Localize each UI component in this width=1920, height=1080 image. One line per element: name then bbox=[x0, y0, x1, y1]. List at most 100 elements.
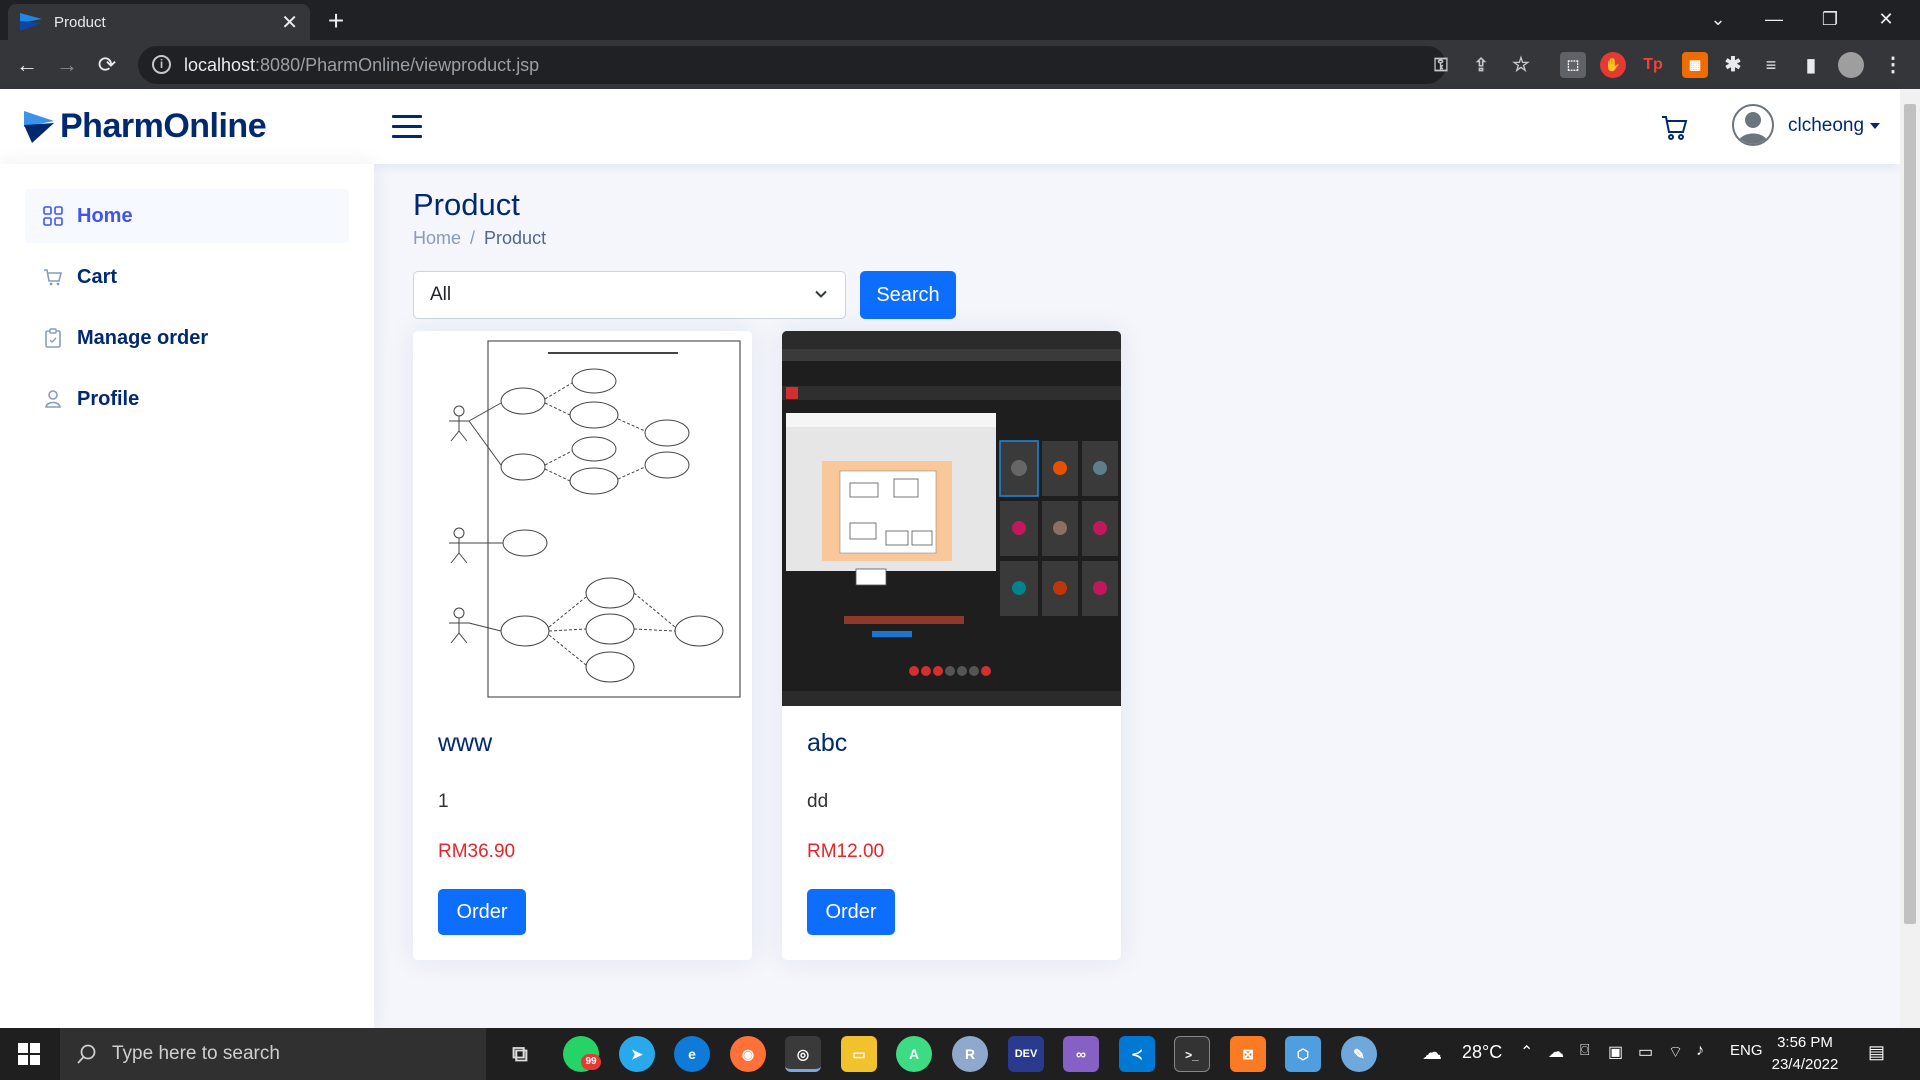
search-button[interactable]: Search bbox=[860, 271, 956, 319]
address-bar[interactable]: i localhost:8080/PharmOnline/viewproduct… bbox=[138, 46, 1446, 84]
tab-title: Product bbox=[54, 13, 106, 31]
edge-icon[interactable]: e bbox=[674, 1036, 710, 1072]
file-explorer-icon[interactable]: ▭ bbox=[841, 1036, 877, 1072]
xampp-icon[interactable]: ⊠ bbox=[1230, 1036, 1266, 1072]
product-image[interactable] bbox=[782, 331, 1121, 706]
pharmonline-favicon-icon bbox=[20, 13, 42, 31]
sidebar-item-home[interactable]: Home bbox=[25, 189, 349, 243]
off-extension-icon[interactable]: ▦ bbox=[1682, 52, 1708, 78]
sidebar-item-cart[interactable]: Cart bbox=[25, 250, 349, 304]
search-icon bbox=[77, 1044, 96, 1064]
reload-icon[interactable]: ⟳ bbox=[90, 48, 124, 82]
weather-icon[interactable]: ☁ bbox=[1422, 1040, 1442, 1065]
header-cart-icon[interactable] bbox=[1660, 113, 1688, 141]
tp-extension-icon[interactable]: Tp bbox=[1640, 52, 1666, 78]
sidebar-item-profile[interactable]: Profile bbox=[25, 372, 349, 426]
side-panel-icon[interactable]: ▮ bbox=[1798, 52, 1824, 78]
url-path: :8080/PharmOnline/viewproduct.jsp bbox=[255, 54, 540, 75]
dev-cpp-icon[interactable]: DEV bbox=[1008, 1036, 1044, 1072]
sidebar-item-manage-order[interactable]: Manage order bbox=[25, 311, 349, 365]
bookmark-star-icon[interactable]: ☆ bbox=[1508, 52, 1534, 78]
system-clock[interactable]: 3:56 PM 23/4/2022 bbox=[1760, 1032, 1850, 1076]
onedrive-icon[interactable]: ☁ bbox=[1548, 1042, 1564, 1062]
adblock-extension-icon[interactable]: ✋ bbox=[1600, 52, 1626, 78]
tray-overflow-icon[interactable]: ⌃ bbox=[1520, 1042, 1533, 1062]
weather-temp[interactable]: 28°C bbox=[1462, 1042, 1502, 1063]
brand-logo[interactable]: PharmOnline bbox=[24, 107, 267, 146]
firefox-icon[interactable]: ◉ bbox=[730, 1036, 766, 1072]
task-view-icon[interactable]: ⧉ bbox=[502, 1036, 538, 1072]
taskbar-search-placeholder: Type here to search bbox=[112, 1043, 280, 1064]
notifications-icon[interactable]: ▤ bbox=[1868, 1042, 1885, 1063]
restore-button[interactable]: ❐ bbox=[1802, 0, 1858, 40]
usb-icon[interactable]: ⌼ bbox=[1580, 1042, 1590, 1060]
pdf-extension-icon[interactable]: ⬚ bbox=[1560, 52, 1586, 78]
language-indicator[interactable]: ENG bbox=[1730, 1042, 1763, 1059]
app-header: PharmOnline clcheong bbox=[0, 89, 1900, 164]
sidebar-item-label: Manage order bbox=[77, 326, 209, 349]
breadcrumb-home-link[interactable]: Home bbox=[413, 228, 461, 248]
product-name: abc bbox=[807, 729, 848, 757]
whatsapp-badge: 99 bbox=[581, 1054, 601, 1070]
cart-icon bbox=[44, 269, 63, 286]
netbeans-icon[interactable]: ⬡ bbox=[1285, 1036, 1321, 1072]
terminal-icon[interactable]: >_ bbox=[1174, 1036, 1210, 1072]
minimize-button[interactable]: — bbox=[1746, 0, 1802, 40]
paint-icon[interactable]: ✎ bbox=[1341, 1036, 1377, 1072]
user-avatar[interactable] bbox=[1732, 104, 1774, 146]
wifi-icon[interactable]: ⌔ bbox=[1668, 1042, 1683, 1062]
url-host: localhost bbox=[184, 54, 256, 75]
whatsapp-icon[interactable]: 99 bbox=[563, 1036, 601, 1072]
user-avatar-icon bbox=[1737, 112, 1769, 144]
category-select[interactable]: All bbox=[413, 271, 846, 319]
category-select-value: All bbox=[430, 284, 452, 305]
new-tab-button[interactable]: + bbox=[320, 6, 352, 38]
product-name: www bbox=[438, 729, 493, 757]
r-icon[interactable]: R bbox=[952, 1036, 988, 1072]
product-card: www 1 RM36.90 Order bbox=[413, 331, 752, 960]
chrome-icon[interactable]: ◎ bbox=[785, 1036, 821, 1072]
telegram-icon[interactable]: ➤ bbox=[619, 1036, 655, 1072]
product-image[interactable] bbox=[413, 331, 752, 706]
battery-icon[interactable]: ▭ bbox=[1638, 1042, 1653, 1062]
tab-search-icon[interactable]: ⌄ bbox=[1690, 0, 1746, 40]
tab-close-icon[interactable]: ✕ bbox=[281, 10, 298, 35]
close-window-button[interactable]: ✕ bbox=[1858, 0, 1914, 40]
windows-start-icon[interactable] bbox=[18, 1043, 40, 1065]
use-case-diagram-image bbox=[413, 331, 752, 706]
back-icon[interactable]: ← bbox=[10, 48, 44, 82]
taskbar-search-box[interactable]: Type here to search bbox=[60, 1028, 486, 1080]
windows-taskbar: Type here to search ⧉ 99 ➤ e ◉ ◎ ▭ A R D… bbox=[0, 1028, 1920, 1080]
clock-date: 23/4/2022 bbox=[1771, 1056, 1839, 1073]
profile-avatar-icon[interactable] bbox=[1838, 52, 1864, 78]
visual-studio-icon[interactable]: ∞ bbox=[1063, 1036, 1099, 1072]
volume-icon[interactable]: ♪ bbox=[1696, 1042, 1704, 1060]
user-menu[interactable]: clcheong bbox=[1788, 115, 1881, 137]
key-icon[interactable]: ⚿ bbox=[1428, 52, 1454, 78]
order-button[interactable]: Order bbox=[807, 889, 895, 935]
product-price: RM36.90 bbox=[438, 841, 516, 862]
extensions-puzzle-icon[interactable]: ✱ bbox=[1720, 52, 1746, 78]
order-button[interactable]: Order bbox=[438, 889, 526, 935]
browser-tabstrip: Product ✕ + ⌄ — ❐ ✕ bbox=[0, 0, 1920, 40]
tray-app-icon[interactable]: ▣ bbox=[1608, 1042, 1623, 1062]
vscode-icon[interactable]: ≺ bbox=[1119, 1036, 1155, 1072]
share-icon[interactable]: ⇪ bbox=[1468, 52, 1494, 78]
forward-icon[interactable]: → bbox=[50, 48, 84, 82]
product-price: RM12.00 bbox=[807, 841, 885, 862]
sidebar-toggle-icon[interactable] bbox=[392, 115, 422, 139]
product-description: dd bbox=[807, 791, 829, 812]
page-title: Product bbox=[413, 187, 520, 222]
pharmonline-logo-icon bbox=[24, 110, 54, 143]
clock-time: 3:56 PM bbox=[1777, 1034, 1833, 1051]
browser-menu-icon[interactable]: ⋮ bbox=[1880, 52, 1906, 78]
breadcrumb-separator: / bbox=[470, 228, 476, 248]
page-scrollbar-thumb[interactable] bbox=[1904, 104, 1916, 924]
site-info-icon[interactable]: i bbox=[152, 55, 171, 74]
sidebar-item-label: Cart bbox=[77, 265, 118, 288]
browser-tab[interactable]: Product ✕ bbox=[8, 4, 310, 40]
product-card: abc dd RM12.00 Order bbox=[782, 331, 1121, 960]
android-studio-icon[interactable]: A bbox=[896, 1036, 932, 1072]
media-queue-icon[interactable]: ≡ bbox=[1758, 52, 1784, 78]
brand-name: PharmOnline bbox=[60, 107, 267, 145]
